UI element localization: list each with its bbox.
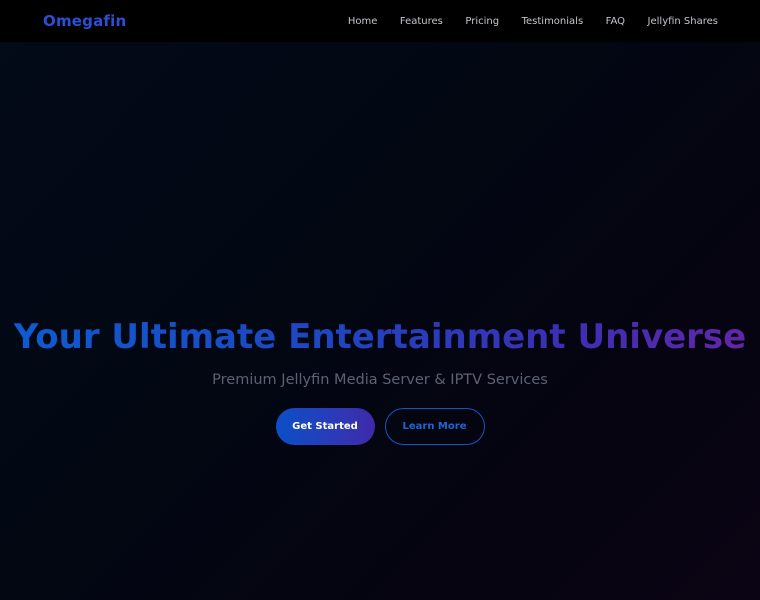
nav-link-features[interactable]: Features [400, 16, 443, 27]
nav-link-faq[interactable]: FAQ [606, 16, 625, 27]
brand-logo[interactable]: Omegafin [43, 12, 126, 30]
nav-links: Home Features Pricing Testimonials FAQ J… [348, 16, 718, 27]
hero-subtitle: Premium Jellyfin Media Server & IPTV Ser… [212, 372, 548, 388]
navbar: Omegafin Home Features Pricing Testimoni… [0, 0, 760, 42]
nav-link-pricing[interactable]: Pricing [465, 16, 499, 27]
nav-link-testimonials[interactable]: Testimonials [522, 16, 584, 27]
hero-title: Your Ultimate Entertainment Universe [13, 317, 747, 357]
nav-link-jellyfin-shares[interactable]: Jellyfin Shares [648, 16, 718, 27]
nav-link-home[interactable]: Home [348, 16, 378, 27]
learn-more-button[interactable]: Learn More [384, 408, 485, 445]
hero-buttons: Get Started Learn More [275, 408, 485, 445]
get-started-button[interactable]: Get Started [275, 408, 375, 445]
hero-section: Your Ultimate Entertainment Universe Pre… [0, 42, 760, 600]
